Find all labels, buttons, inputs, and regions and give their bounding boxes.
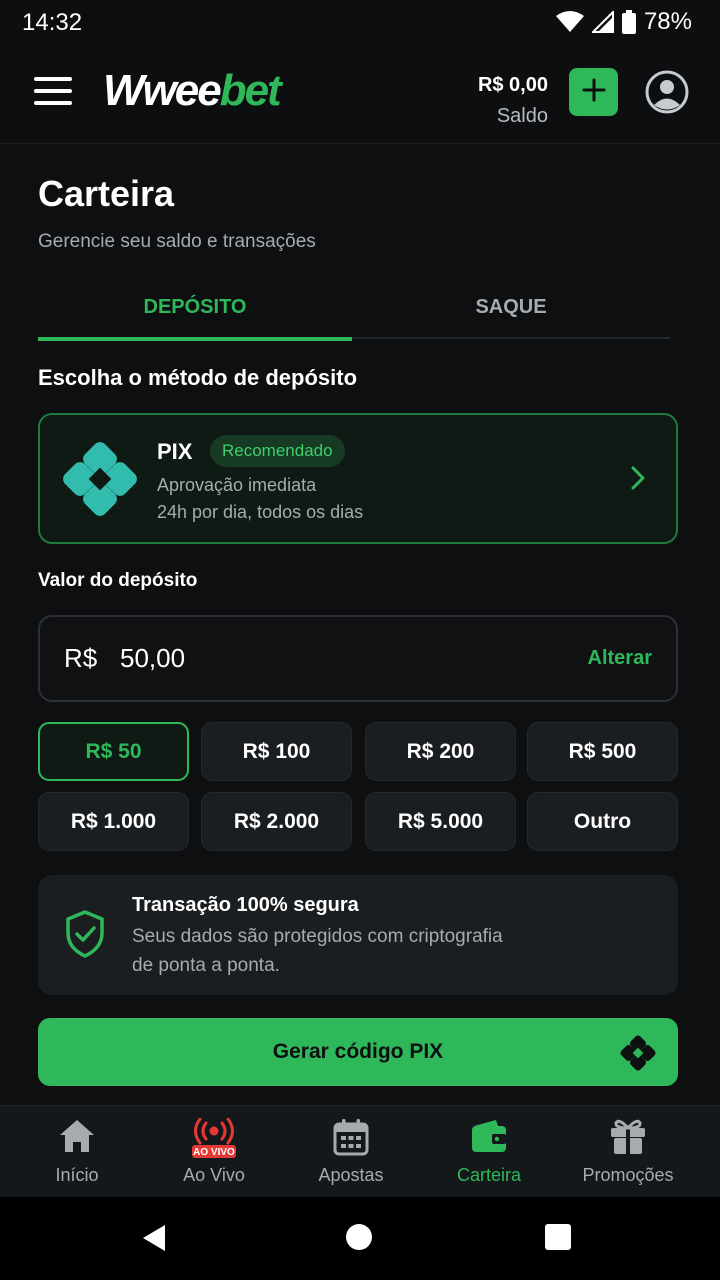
chevron-right-icon	[630, 465, 646, 496]
home-icon	[58, 1118, 96, 1159]
balance-label: Saldo	[496, 105, 548, 127]
amount-option-50[interactable]: R$ 50	[38, 722, 189, 781]
signal-icon	[591, 11, 614, 33]
amount-option-200[interactable]: R$ 200	[365, 722, 516, 781]
app-header: Wweebet R$ 0,00 Saldo	[0, 44, 720, 144]
currency-symbol: R$	[64, 643, 98, 673]
logo[interactable]: Wweebet	[103, 66, 282, 116]
nav-item-wallet[interactable]: Carteira	[417, 1106, 561, 1198]
battery-percent: 78%	[643, 8, 692, 35]
amount-option-5000[interactable]: R$ 5.000	[365, 792, 516, 851]
back-icon[interactable]	[141, 1224, 167, 1257]
nav-item-bets[interactable]: Apostas	[279, 1106, 423, 1198]
change-amount-button[interactable]: Alterar	[588, 647, 652, 670]
tab-withdraw[interactable]: SAQUE	[354, 275, 668, 339]
gift-icon	[609, 1118, 647, 1161]
shield-check-icon	[64, 909, 106, 964]
tab-deposit[interactable]: DEPÓSITO	[38, 275, 352, 341]
generate-pix-button[interactable]: Gerar código PIX	[38, 1018, 678, 1086]
page-subtitle: Gerencie seu saldo e transações	[38, 231, 316, 252]
plus-icon	[582, 78, 606, 107]
balance-value: R$ 0,00	[477, 74, 548, 96]
generate-pix-label: Gerar código PIX	[272, 1040, 444, 1063]
status-icons: 78%	[555, 8, 692, 36]
calendar-icon	[333, 1118, 369, 1161]
status-time: 14:32	[22, 9, 83, 36]
system-navigation-bar	[0, 1197, 720, 1280]
nav-label-live: Ao Vivo	[183, 1165, 245, 1185]
deposit-amount-field[interactable]: R$ 50,00 Alterar	[38, 615, 678, 702]
secure-transaction-notice: Transação 100% segura Seus dados são pro…	[38, 875, 678, 995]
nav-label-bets: Apostas	[318, 1165, 384, 1185]
pix-availability-text: 24h por dia, todos os dias	[157, 502, 364, 522]
live-badge-text: AO VIVO	[193, 1147, 235, 1158]
secure-description-1: Seus dados são protegidos com criptograf…	[132, 926, 503, 947]
pix-method-card[interactable]: PIX Recomendado Aprovação imediata 24h p…	[38, 413, 678, 544]
nav-label-wallet: Carteira	[456, 1165, 522, 1185]
recommended-badge: Recomendado	[210, 435, 345, 467]
pix-icon	[62, 441, 138, 517]
wifi-icon	[555, 11, 584, 33]
menu-icon[interactable]	[34, 77, 72, 105]
nav-item-live[interactable]: AO VIVO Ao Vivo	[142, 1106, 286, 1198]
secure-description-2: de ponta a ponta.	[132, 955, 280, 976]
add-funds-button[interactable]	[569, 68, 618, 116]
nav-item-home[interactable]: Início	[5, 1106, 149, 1198]
balance-display[interactable]: R$ 0,00 Saldo	[478, 74, 548, 128]
nav-label-promotions: Promoções	[582, 1165, 674, 1185]
amount-option-1000[interactable]: R$ 1.000	[38, 792, 189, 851]
status-bar: 14:32 78%	[0, 0, 720, 44]
amount-option-other[interactable]: Outro	[527, 792, 678, 851]
wallet-page: Carteira Gerencie seu saldo e transações…	[0, 145, 720, 1105]
user-avatar-icon[interactable]	[645, 70, 689, 114]
bottom-navigation: Início AO VIVO Ao Vivo Apostas Carteira …	[0, 1105, 720, 1197]
deposit-method-title: Escolha o método de depósito	[38, 365, 358, 390]
battery-icon	[621, 10, 636, 34]
pix-approval-text: Aprovação imediata	[157, 475, 317, 495]
amount-option-2000[interactable]: R$ 2.000	[201, 792, 352, 851]
live-icon: AO VIVO	[192, 1117, 236, 1163]
nav-label-home: Início	[55, 1165, 99, 1185]
amount-option-500[interactable]: R$ 500	[527, 722, 678, 781]
home-button-icon[interactable]	[346, 1224, 372, 1250]
recent-apps-icon[interactable]	[545, 1224, 571, 1250]
pix-name: PIX	[157, 439, 193, 464]
pix-icon	[620, 1035, 656, 1076]
nav-item-promotions[interactable]: Promoções	[556, 1106, 700, 1198]
wallet-tabs: DEPÓSITO SAQUE	[38, 275, 670, 341]
secure-title: Transação 100% segura	[132, 894, 359, 916]
amount-option-100[interactable]: R$ 100	[201, 722, 352, 781]
deposit-amount-value[interactable]: 50,00	[120, 643, 185, 674]
wallet-icon	[470, 1118, 508, 1159]
deposit-value-label: Valor do depósito	[38, 570, 198, 591]
page-title: Carteira	[38, 173, 175, 214]
